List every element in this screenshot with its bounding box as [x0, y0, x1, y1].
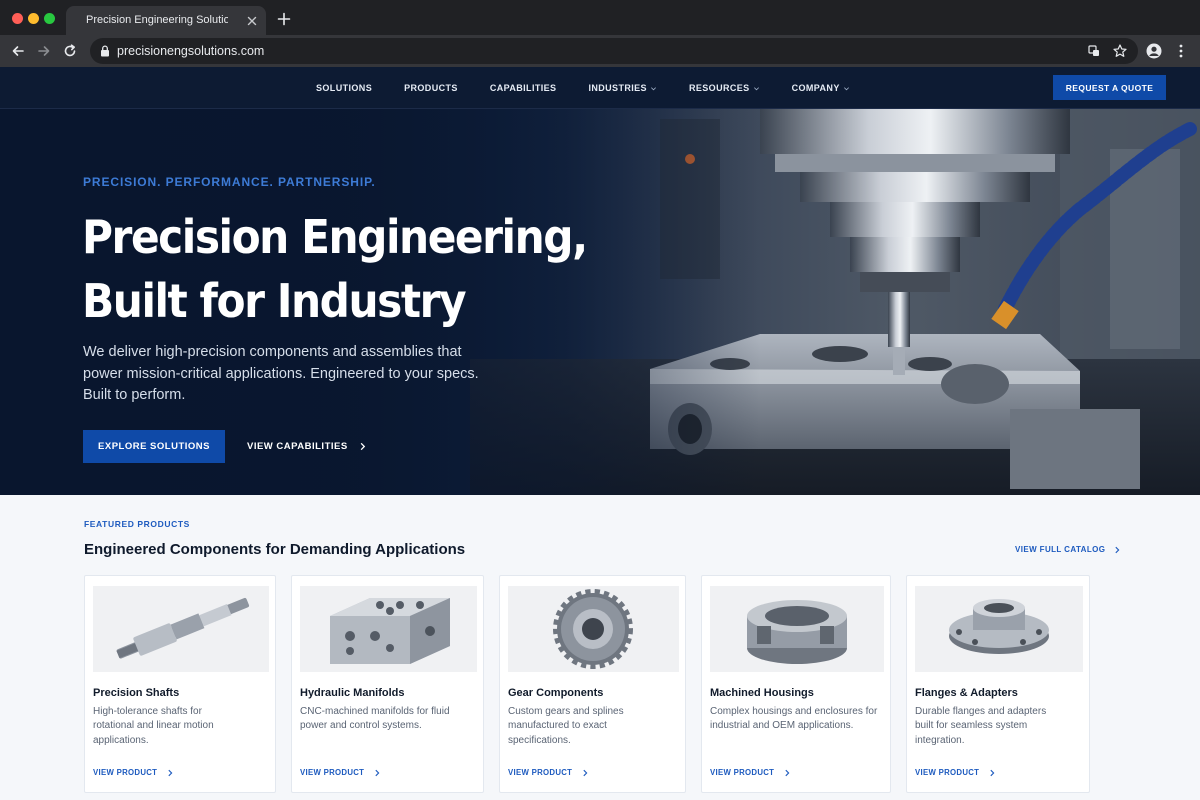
product-card[interactable]: Hydraulic Manifolds CNC-machined manifol… — [291, 575, 484, 793]
product-card[interactable]: Gear Components Custom gears and splines… — [499, 575, 686, 793]
address-bar[interactable]: precisionengsolutions.com — [90, 38, 1138, 64]
view-product-link[interactable]: VIEW PRODUCT — [915, 768, 996, 777]
view-product-link[interactable]: VIEW PRODUCT — [710, 768, 791, 777]
view-full-catalog-link[interactable]: VIEW FULL CATALOG — [1015, 545, 1121, 554]
reload-icon[interactable] — [62, 43, 78, 59]
product-description: High-tolerance shafts for rotational and… — [93, 706, 214, 746]
product-card[interactable]: Precision Shafts High-tolerance shafts f… — [84, 575, 276, 793]
chevron-down-icon — [753, 86, 759, 90]
lock-icon — [101, 45, 109, 57]
chevron-right-icon — [360, 442, 365, 451]
chevron-right-icon — [583, 769, 588, 776]
chevron-right-icon — [990, 769, 995, 776]
nav-item-company[interactable]: COMPANY — [792, 83, 850, 93]
product-title: Hydraulic Manifolds — [300, 687, 405, 699]
view-product-label: VIEW PRODUCT — [710, 768, 775, 777]
catalog-link-label: VIEW FULL CATALOG — [1015, 545, 1106, 554]
featured-products-section: FEATURED PRODUCTS Engineered Components … — [0, 495, 1200, 800]
hero-title-line-1: Precision Engineering, — [82, 210, 588, 264]
product-description: Complex housings and enclosures for indu… — [710, 706, 878, 732]
chevron-right-icon — [375, 769, 380, 776]
view-product-link[interactable]: VIEW PRODUCT — [508, 768, 589, 777]
browser-tab-strip: Precision Engineering Solutions — [0, 0, 1200, 35]
product-card[interactable]: Machined Housings Complex housings and e… — [701, 575, 891, 793]
window-close-button[interactable] — [12, 13, 23, 24]
view-product-label: VIEW PRODUCT — [915, 768, 980, 777]
chevron-down-icon — [650, 86, 656, 90]
featured-title: Engineered Components for Demanding Appl… — [84, 541, 466, 558]
translate-icon[interactable] — [1086, 43, 1102, 59]
chevron-right-icon — [168, 769, 173, 776]
product-description: Custom gears and splines manufactured to… — [508, 706, 624, 746]
product-image-precision-shaft — [93, 586, 269, 672]
product-description: CNC-machined manifolds for fluid power a… — [300, 706, 450, 732]
window-minimize-button[interactable] — [28, 13, 39, 24]
request-quote-button[interactable]: REQUEST A QUOTE — [1053, 75, 1166, 100]
product-image-flange — [915, 586, 1083, 672]
hero-section: PRECISION. PERFORMANCE. PARTNERSHIP. Pre… — [0, 109, 1200, 495]
view-product-link[interactable]: VIEW PRODUCT — [300, 768, 381, 777]
featured-eyebrow: FEATURED PRODUCTS — [84, 519, 190, 529]
browser-tab[interactable]: Precision Engineering Solutions — [66, 6, 266, 35]
nav-item-capabilities[interactable]: CAPABILITIES — [490, 83, 557, 93]
product-image-hydraulic-manifold — [300, 586, 477, 672]
nav-item-resources[interactable]: RESOURCES — [689, 83, 760, 93]
back-arrow-icon[interactable] — [10, 43, 26, 59]
product-image-housing — [710, 586, 884, 672]
product-description: Durable flanges and adapters built for s… — [915, 706, 1047, 746]
site-header: SOLUTIONS PRODUCTS CAPABILITIES INDUSTRI… — [0, 67, 1200, 109]
chevron-down-icon — [843, 86, 849, 90]
forward-arrow-icon[interactable] — [36, 43, 52, 59]
tab-title: Precision Engineering Solutions — [86, 14, 228, 26]
product-title: Precision Shafts — [93, 687, 180, 699]
hero-title: Precision Engineering, Built for Industr… — [82, 205, 588, 333]
more-menu-icon[interactable] — [1173, 43, 1189, 59]
product-title: Machined Housings — [710, 687, 814, 699]
window-maximize-button[interactable] — [44, 13, 55, 24]
browser-toolbar: precisionengsolutions.com — [0, 35, 1200, 67]
hero-eyebrow: PRECISION. PERFORMANCE. PARTNERSHIP. — [83, 175, 376, 189]
nav-item-solutions[interactable]: SOLUTIONS — [316, 83, 372, 93]
hero-description: We deliver high-precision components and… — [83, 344, 479, 403]
view-product-link[interactable]: VIEW PRODUCT — [93, 768, 174, 777]
nav-item-industries[interactable]: INDUSTRIES — [588, 83, 657, 93]
url-text: precisionengsolutions.com — [117, 44, 265, 58]
explore-solutions-button[interactable]: EXPLORE SOLUTIONS — [83, 430, 225, 463]
view-product-label: VIEW PRODUCT — [93, 768, 158, 777]
product-title: Flanges & Adapters — [915, 687, 1018, 699]
profile-avatar-icon[interactable] — [1146, 43, 1162, 59]
new-tab-icon[interactable] — [276, 11, 292, 27]
product-card[interactable]: Flanges & Adapters Durable flanges and a… — [906, 575, 1090, 793]
product-image-gear — [508, 586, 679, 672]
view-product-label: VIEW PRODUCT — [300, 768, 365, 777]
nav-item-products[interactable]: PRODUCTS — [404, 83, 458, 93]
product-title: Gear Components — [508, 687, 604, 699]
view-capabilities-label: VIEW CAPABILITIES — [247, 441, 348, 452]
hero-title-line-2: Built for Industry — [82, 274, 467, 328]
page-viewport: SOLUTIONS PRODUCTS CAPABILITIES INDUSTRI… — [0, 67, 1200, 800]
view-product-label: VIEW PRODUCT — [508, 768, 573, 777]
chevron-right-icon — [785, 769, 790, 776]
chevron-right-icon — [1115, 546, 1120, 553]
close-icon[interactable] — [244, 13, 260, 29]
bookmark-star-icon[interactable] — [1112, 43, 1128, 59]
view-capabilities-button[interactable]: VIEW CAPABILITIES — [247, 430, 367, 463]
main-navigation: SOLUTIONS PRODUCTS CAPABILITIES INDUSTRI… — [316, 67, 882, 109]
